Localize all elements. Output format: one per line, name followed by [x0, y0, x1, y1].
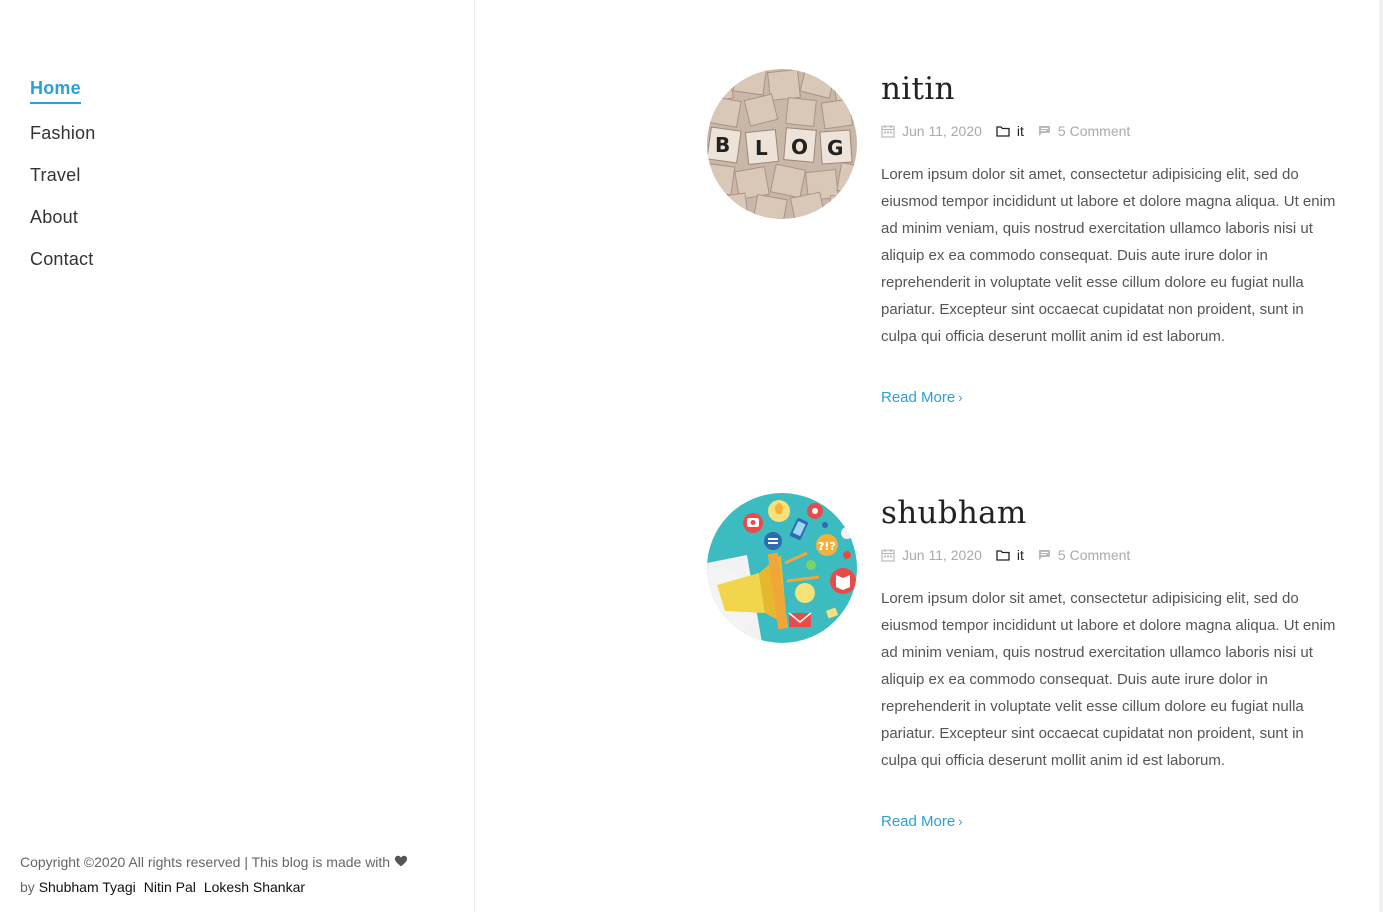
post-date: Jun 11, 2020	[881, 547, 982, 563]
tile-letter: G	[827, 136, 843, 160]
post-comments[interactable]: 5 Comment	[1038, 123, 1130, 139]
nav-link-about[interactable]: About	[30, 205, 78, 230]
copyright-line: Copyright ©2020 All rights reserved | Th…	[20, 850, 460, 875]
post-date: Jun 11, 2020	[881, 123, 982, 139]
calendar-icon	[881, 549, 895, 562]
copyright-text: Copyright ©2020 All rights reserved | Th…	[20, 854, 391, 870]
folder-icon	[996, 126, 1010, 137]
nav-item-fashion: Fashion	[30, 121, 95, 146]
sidebar: Home Fashion Travel About Contact Copyri…	[0, 0, 475, 912]
nav-item-about: About	[30, 205, 95, 230]
post-content: shubham Jun 11, 2020 it 5 Comment Lorem …	[881, 493, 1341, 831]
read-more-link[interactable]: Read More ›	[881, 813, 963, 830]
post-meta: Jun 11, 2020 it 5 Comment	[881, 545, 1341, 565]
by-text: by	[20, 879, 35, 895]
main-nav: Home Fashion Travel About Contact	[30, 76, 95, 289]
post-excerpt: Lorem ipsum dolor sit amet, consectetur …	[881, 166, 1336, 345]
post-date-text: Jun 11, 2020	[902, 547, 982, 563]
post-thumbnail[interactable]: B L O G	[707, 69, 857, 219]
comment-icon	[1038, 550, 1050, 560]
post-excerpt: Lorem ipsum dolor sit amet, consectetur …	[881, 590, 1336, 769]
author-link-lokesh-shankar[interactable]: Lokesh Shankar	[204, 879, 305, 895]
read-more-link[interactable]: Read More ›	[881, 389, 963, 406]
comment-icon	[1038, 126, 1050, 136]
author-link-shubham-tyagi[interactable]: Shubham Tyagi	[39, 879, 136, 895]
post-date-text: Jun 11, 2020	[902, 123, 982, 139]
post-category-text: it	[1016, 123, 1024, 139]
sidebar-footer: Copyright ©2020 All rights reserved | Th…	[20, 850, 460, 900]
nav-link-contact[interactable]: Contact	[30, 247, 93, 272]
post-comments-text: 5 Comment	[1057, 547, 1131, 563]
calendar-icon	[881, 125, 895, 138]
tile-letter: L	[755, 136, 768, 160]
tile-letter: B	[715, 133, 730, 157]
nav-link-home[interactable]: Home	[30, 76, 81, 104]
chevron-right-icon: ›	[958, 390, 963, 405]
post-comments-text: 5 Comment	[1057, 123, 1131, 139]
read-more-label: Read More	[881, 813, 956, 830]
nav-link-travel[interactable]: Travel	[30, 163, 81, 188]
read-more-label: Read More	[881, 389, 956, 406]
megaphone-image: ?!?	[707, 493, 857, 643]
nav-link-fashion[interactable]: Fashion	[30, 121, 95, 146]
question-badge-text: ?!?	[818, 540, 836, 553]
nav-item-home: Home	[30, 76, 95, 104]
post-content: nitin Jun 11, 2020 it 5 Comment Lorem ip…	[881, 69, 1341, 407]
blog-tiles-image: B L O G	[707, 69, 857, 219]
post-category[interactable]: it	[996, 123, 1024, 139]
credits-line: by Shubham Tyagi Nitin Pal Lokesh Shankar	[20, 875, 460, 900]
folder-icon	[996, 550, 1010, 561]
post-category-text: it	[1016, 547, 1024, 563]
tile-letter: O	[791, 135, 808, 159]
scrollbar[interactable]	[1379, 0, 1383, 912]
heart-icon	[394, 855, 408, 867]
chevron-right-icon: ›	[958, 814, 963, 829]
post-thumbnail[interactable]: ?!?	[707, 493, 857, 643]
nav-item-contact: Contact	[30, 247, 95, 272]
post-title[interactable]: nitin	[881, 69, 1341, 109]
nav-item-travel: Travel	[30, 163, 95, 188]
post-title[interactable]: shubham	[881, 493, 1341, 533]
post-category[interactable]: it	[996, 547, 1024, 563]
author-link-nitin-pal[interactable]: Nitin Pal	[144, 879, 196, 895]
post-comments[interactable]: 5 Comment	[1038, 547, 1130, 563]
post-meta: Jun 11, 2020 it 5 Comment	[881, 121, 1341, 141]
